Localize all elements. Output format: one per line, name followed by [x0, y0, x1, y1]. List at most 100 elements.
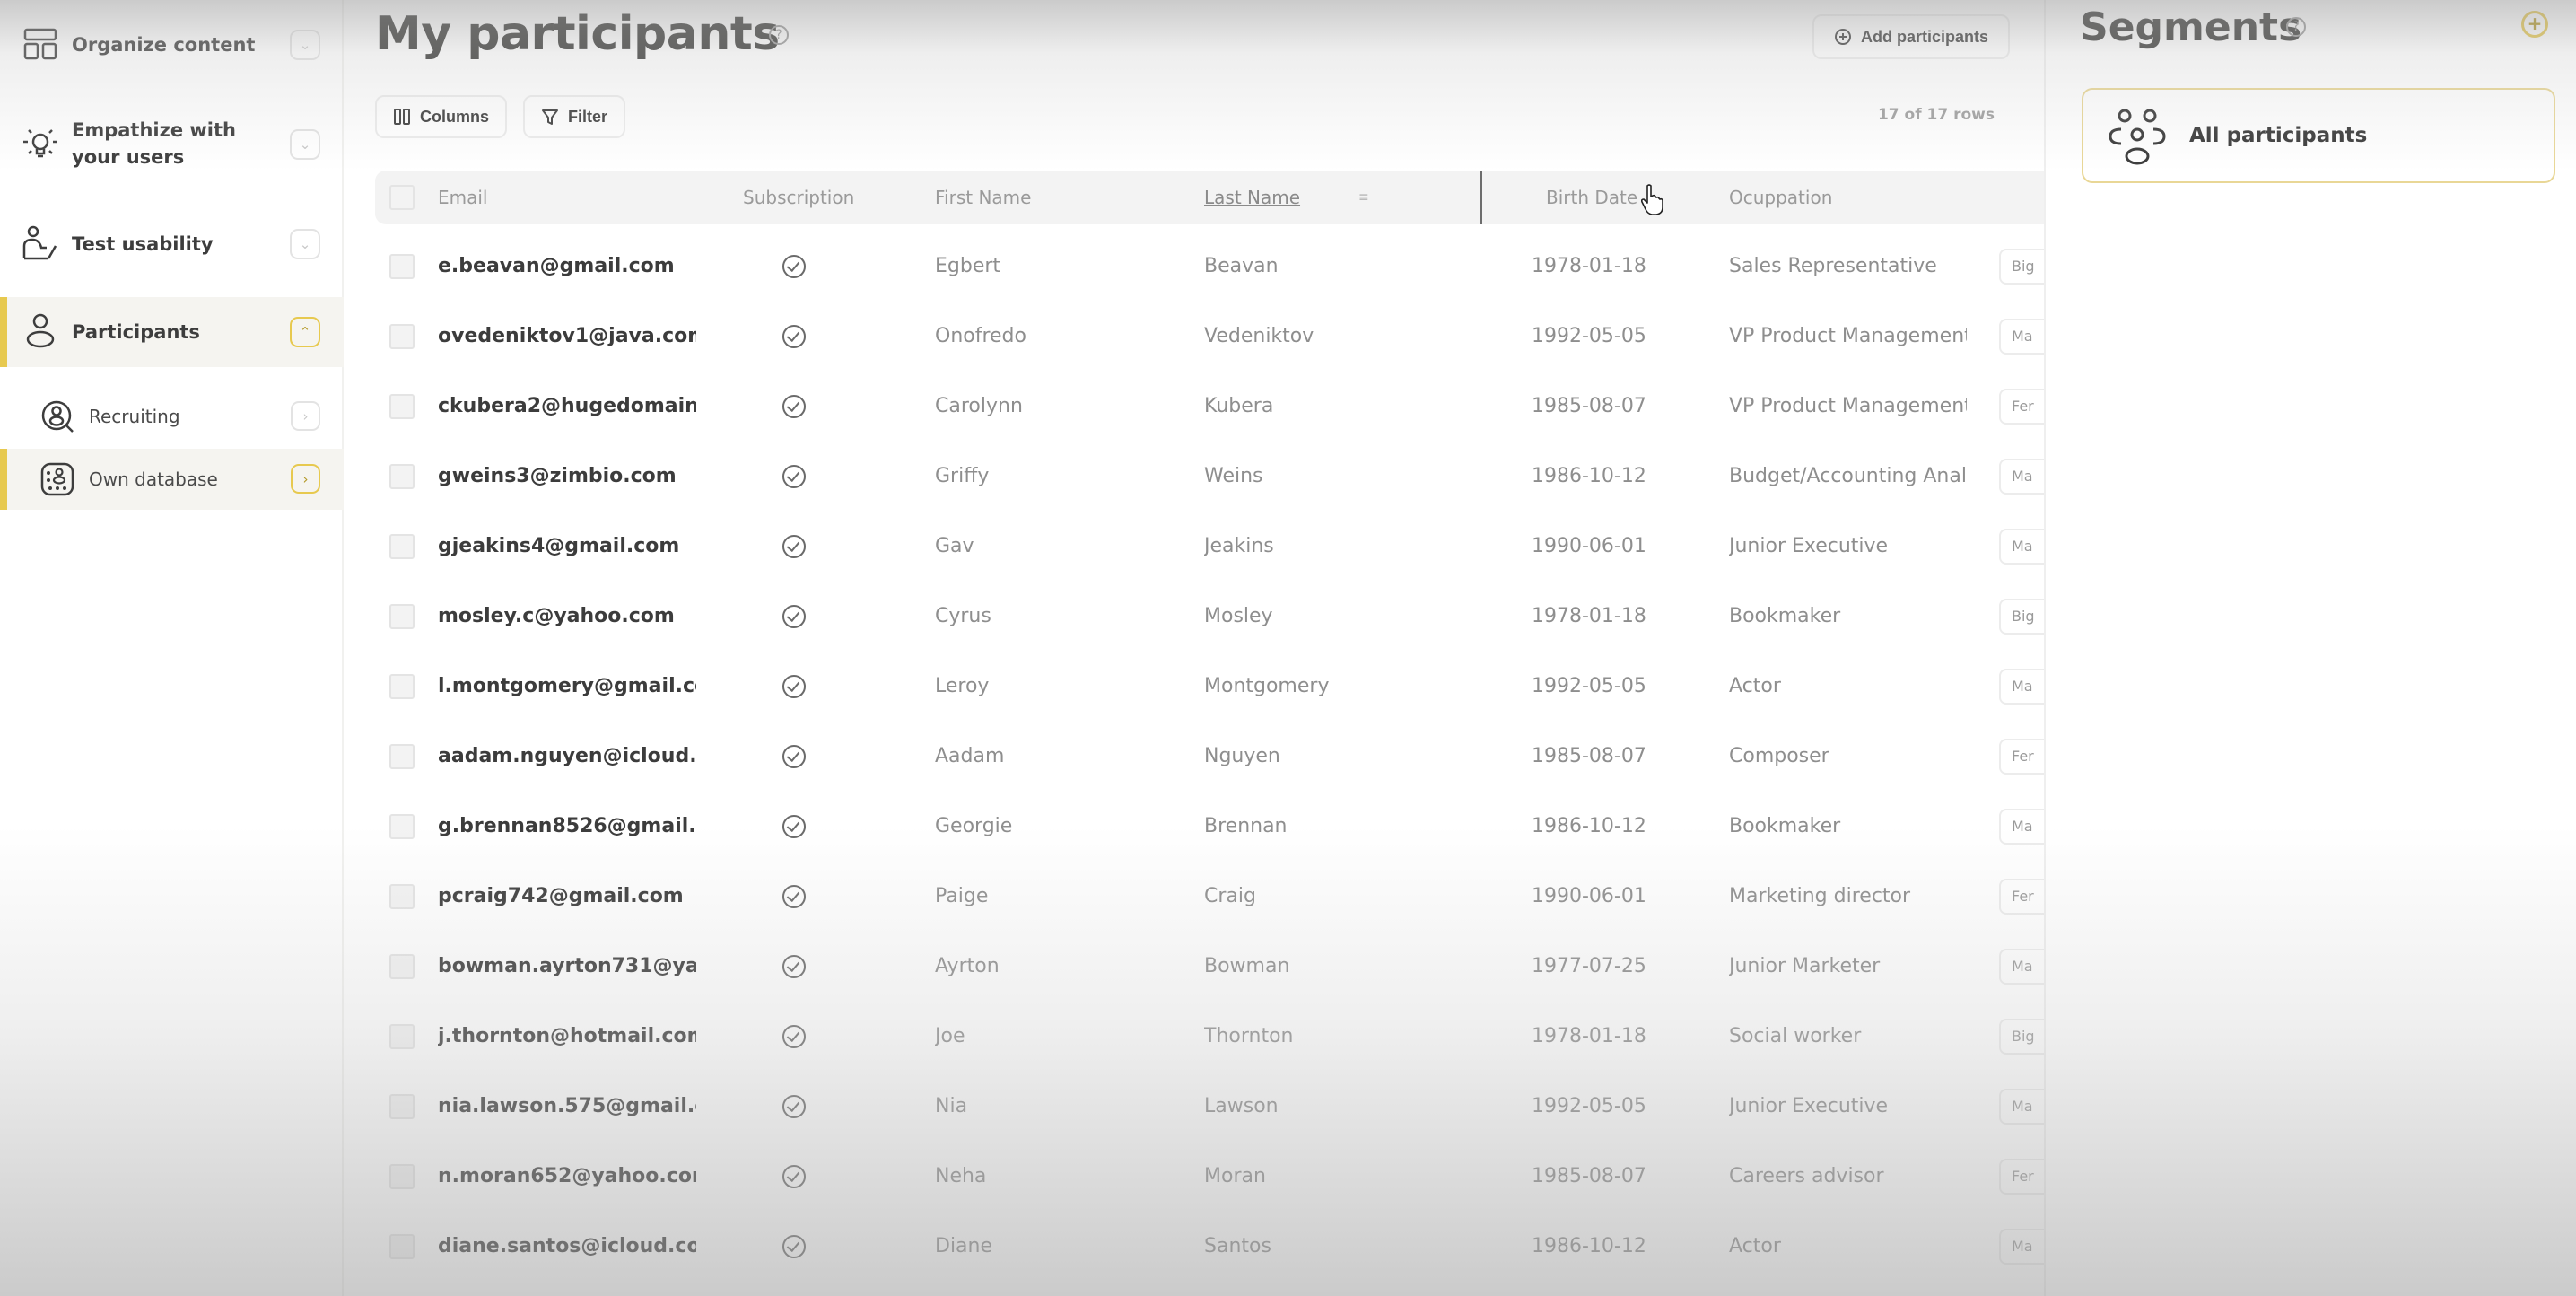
sort-icon[interactable]: ≡ — [1358, 171, 1369, 224]
cell-birth-date: 1985-08-07 — [1532, 745, 1646, 767]
segments-title: Segments — [2080, 4, 2302, 50]
cell-email: pcraig742@gmail.com — [438, 885, 684, 907]
table-row[interactable]: n.moran652@yahoo.com Neha Moran 1985-08-07 C… — [375, 1142, 2053, 1212]
cell-occupation: Marketing director — [1729, 885, 1911, 907]
cell-birth-date: 1985-08-07 — [1532, 1165, 1646, 1187]
select-all-checkbox[interactable] — [389, 185, 415, 210]
chevron-down-icon[interactable]: ⌄ — [290, 30, 320, 60]
table-row[interactable]: nia.lawson.575@gmail.c Nia Lawson 1992-05-0… — [375, 1072, 2053, 1142]
add-participants-button[interactable]: Add participants — [1812, 14, 2011, 59]
chevron-right-icon[interactable]: › — [291, 464, 320, 494]
cell-occupation: Junior Marketer — [1729, 955, 1881, 977]
row-checkbox[interactable] — [389, 324, 415, 349]
table-row[interactable]: ckubera2@hugedomains Carolynn Kubera 1985-0… — [375, 372, 2053, 442]
user-search-icon — [41, 400, 74, 433]
columns-button[interactable]: Columns — [375, 95, 508, 138]
cell-birth-date: 1992-05-05 — [1532, 1095, 1646, 1117]
table-row[interactable]: l.montgomery@gmail.co Leroy Montgomery 1992… — [375, 652, 2053, 722]
add-segment-button[interactable]: + — [2521, 11, 2548, 38]
sidebar-item-participants[interactable]: Participants ⌃ — [0, 297, 344, 367]
cell-email: ovedeniktov1@java.com — [438, 325, 696, 347]
cell-email: g.brennan8526@gmail.c — [438, 815, 696, 837]
cell-first-name: Egbert — [935, 255, 1001, 277]
cell-email: aadam.nguyen@icloud.c — [438, 745, 696, 767]
subscription-check-icon — [782, 465, 806, 488]
cell-first-name: Gav — [935, 535, 974, 557]
column-header-first-name[interactable]: First Name — [935, 171, 1031, 224]
filter-button[interactable]: Filter — [523, 95, 626, 138]
table-row[interactable]: g.brennan8526@gmail.c Georgie Brennan 1986-… — [375, 792, 2053, 862]
filter-label: Filter — [568, 107, 608, 126]
row-checkbox[interactable] — [389, 604, 415, 629]
row-checkbox[interactable] — [389, 1094, 415, 1119]
chevron-right-icon[interactable]: › — [291, 401, 320, 431]
table-row[interactable]: pcraig742@gmail.com Paige Craig 1990-06-01 M… — [375, 862, 2053, 932]
row-checkbox[interactable] — [389, 674, 415, 699]
column-header-email[interactable]: Email — [438, 171, 488, 224]
row-checkbox[interactable] — [389, 254, 415, 279]
table-row[interactable]: gjeakins4@gmail.com Gav Jeakins 1990-06-01 J… — [375, 512, 2053, 582]
sidebar-item-test-usability[interactable]: Test usability ⌄ — [0, 215, 344, 273]
cell-last-name: Brennan — [1204, 815, 1288, 837]
cell-occupation: Careers advisor — [1729, 1165, 1884, 1187]
filter-icon — [542, 109, 558, 125]
table-row[interactable]: diane.santos@icloud.con Diane Santos 1986-1… — [375, 1212, 2053, 1282]
cell-last-name: Santos — [1204, 1235, 1271, 1257]
row-checkbox[interactable] — [389, 1164, 415, 1189]
cell-last-name: Bowman — [1204, 955, 1290, 977]
column-header-birth-date[interactable]: Birth Date — [1546, 171, 1637, 224]
row-checkbox[interactable] — [389, 1234, 415, 1259]
help-icon[interactable]: ? — [2286, 17, 2306, 37]
sidebar-item-empathize[interactable]: Empathize with your users ⌄ — [0, 106, 344, 183]
sidebar-item-label: Recruiting — [89, 406, 180, 427]
table-row[interactable]: gweins3@zimbio.com Griffy Weins 1986-10-12 B… — [375, 442, 2053, 512]
cell-last-name: Montgomery — [1204, 675, 1330, 697]
cell-last-name: Moran — [1204, 1165, 1266, 1187]
cell-occupation: Junior Executive — [1729, 535, 1889, 557]
subscription-check-icon — [782, 1095, 806, 1118]
cell-first-name: Diane — [935, 1235, 993, 1257]
cell-birth-date: 1992-05-05 — [1532, 675, 1646, 697]
table-row[interactable]: bowman.ayrton731@yah Ayrton Bowman 1977-07-… — [375, 932, 2053, 1002]
sidebar-item-label: Organize content — [72, 34, 256, 56]
table-row[interactable]: ovedeniktov1@java.com Onofredo Vedeniktov 1… — [375, 302, 2053, 372]
column-header-occupation[interactable]: Ocuppation — [1729, 171, 1832, 224]
subscription-check-icon — [782, 885, 806, 908]
cell-email: l.montgomery@gmail.co — [438, 675, 696, 697]
sidebar-item-organize-content[interactable]: Organize content ⌄ — [0, 16, 344, 74]
row-checkbox[interactable] — [389, 394, 415, 419]
subscription-check-icon — [782, 535, 806, 558]
row-checkbox[interactable] — [389, 744, 415, 769]
sidebar-item-label: Own database — [89, 468, 218, 490]
segment-all-participants[interactable]: All participants — [2082, 88, 2555, 183]
row-checkbox[interactable] — [389, 464, 415, 489]
chevron-down-icon[interactable]: ⌄ — [290, 129, 320, 160]
help-icon[interactable]: ? — [769, 25, 789, 45]
column-header-last-name[interactable]: Last Name — [1204, 171, 1300, 224]
cell-occupation: Junior Executive — [1729, 1095, 1889, 1117]
table-row[interactable]: aadam.nguyen@icloud.c Aadam Nguyen 1985-08-… — [375, 722, 2053, 792]
row-checkbox[interactable] — [389, 534, 415, 559]
cell-last-name: Thornton — [1204, 1025, 1294, 1047]
sidebar-item-recruiting[interactable]: Recruiting › — [0, 386, 344, 447]
table-row[interactable]: j.thornton@hotmail.com Joe Thornton 1978-01… — [375, 1002, 2053, 1072]
cell-email: n.moran652@yahoo.com — [438, 1165, 696, 1187]
row-checkbox[interactable] — [389, 1024, 415, 1049]
row-checkbox[interactable] — [389, 884, 415, 909]
main-content: My participants ? Add participants Colum… — [345, 0, 2053, 1296]
chevron-down-icon[interactable]: ⌄ — [290, 229, 320, 259]
chevron-up-icon[interactable]: ⌃ — [290, 317, 320, 347]
row-checkbox[interactable] — [389, 954, 415, 979]
cell-first-name: Paige — [935, 885, 989, 907]
column-resize-handle[interactable] — [1480, 171, 1482, 224]
sidebar-item-label: Empathize with your users — [72, 119, 236, 168]
subscription-check-icon — [782, 955, 806, 978]
table-row[interactable]: e.beavan@gmail.com Egbert Beavan 1978-01-18… — [375, 232, 2053, 302]
column-header-subscription[interactable]: Subscription — [743, 171, 854, 224]
subscription-check-icon — [782, 675, 806, 698]
row-checkbox[interactable] — [389, 814, 415, 839]
cell-last-name: Beavan — [1204, 255, 1279, 277]
table-row[interactable]: mosley.c@yahoo.com Cyrus Mosley 1978-01-18 B… — [375, 582, 2053, 652]
cell-email: nia.lawson.575@gmail.c — [438, 1095, 696, 1117]
sidebar-item-own-database[interactable]: Own database › — [0, 449, 344, 510]
